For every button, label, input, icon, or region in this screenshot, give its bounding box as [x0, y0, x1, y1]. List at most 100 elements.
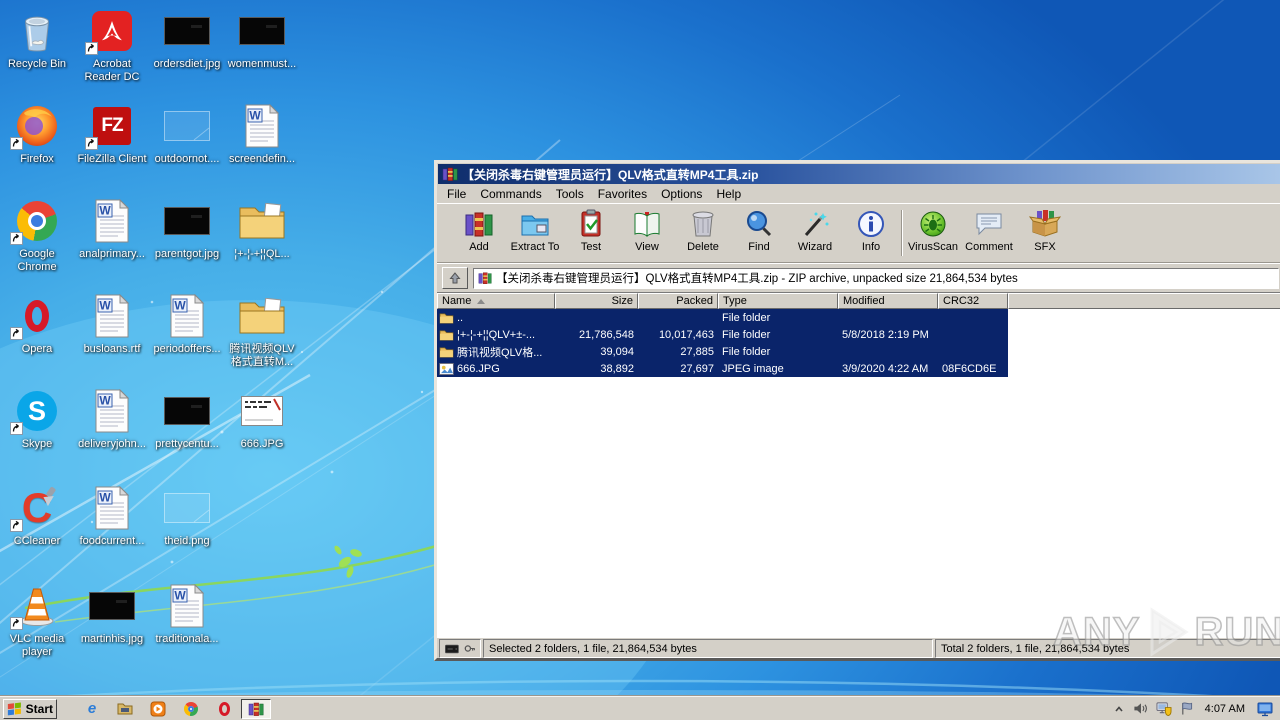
- find-button[interactable]: Find: [731, 206, 787, 262]
- desktop-icon-label: Firefox: [20, 153, 54, 165]
- desktop-icon-opera[interactable]: Opera: [0, 291, 74, 356]
- desktop-icon-analprimary[interactable]: analprimary...: [75, 196, 149, 261]
- menu-favorites[interactable]: Favorites: [591, 186, 654, 202]
- desktop-icon-vlc[interactable]: VLC media player: [0, 581, 74, 659]
- view-button[interactable]: View: [619, 206, 675, 262]
- file-row-qlv-folder[interactable]: ¦+-¦-+¦¦QLV+±-... 21,786,548 10,017,463 …: [437, 326, 1008, 343]
- desktop-icon-acrobat[interactable]: Acrobat Reader DC: [75, 6, 149, 84]
- address-text: 【关闭杀毒右键管理员运行】QLV格式直转MP4工具.zip - ZIP arch…: [496, 273, 1018, 285]
- network-status-icon[interactable]: [1156, 701, 1172, 716]
- volume-icon[interactable]: [1133, 702, 1148, 715]
- desktop-icon-label: traditionala...: [155, 633, 219, 645]
- taskbar-clock[interactable]: 4:07 AM: [1201, 703, 1249, 715]
- menu-help[interactable]: Help: [709, 186, 748, 202]
- desktop-icon-filezilla[interactable]: FZ FileZilla Client: [75, 101, 149, 166]
- column-header-crc32[interactable]: CRC32: [938, 293, 1008, 309]
- broken-image-icon: [164, 493, 210, 523]
- title-bar[interactable]: 【关闭杀毒右键管理员运行】QLV格式直转MP4工具.zip: [438, 164, 1280, 184]
- address-bar[interactable]: 【关闭杀毒右键管理员运行】QLV格式直转MP4工具.zip - ZIP arch…: [473, 267, 1279, 289]
- word-document-icon: [94, 486, 130, 530]
- start-label: Start: [25, 701, 53, 716]
- file-row-666jpg[interactable]: 666.JPG 38,892 27,697 JPEG image 3/9/202…: [437, 360, 1008, 377]
- desktop-icon-busloans[interactable]: busloans.rtf: [75, 291, 149, 356]
- desktop-icon-martinhis[interactable]: martinhis.jpg: [75, 581, 149, 646]
- menu-commands[interactable]: Commands: [473, 186, 548, 202]
- view-book-icon: [634, 212, 660, 237]
- desktop-icon-recycle-bin[interactable]: Recycle Bin: [0, 6, 74, 71]
- desktop-icon-label: busloans.rtf: [83, 343, 141, 355]
- toolbar-label: Extract To: [510, 241, 560, 253]
- delete-button[interactable]: Delete: [675, 206, 731, 262]
- desktop-icon-firefox[interactable]: Firefox: [0, 101, 74, 166]
- desktop-icon-prettycentu[interactable]: prettycentu...: [150, 386, 224, 451]
- desktop-icon-periodoffers[interactable]: periodoffers...: [150, 291, 224, 356]
- desktop-icon-label: analprimary...: [79, 248, 145, 260]
- status-total-panel: Total 2 folders, 1 file, 21,864,534 byte…: [935, 639, 1280, 658]
- menu-file[interactable]: File: [440, 186, 473, 202]
- desktop-icon-theid[interactable]: theid.png: [150, 483, 224, 548]
- explorer-folder-icon[interactable]: [117, 701, 133, 717]
- desktop-icon-womenmust[interactable]: womenmust...: [225, 6, 299, 71]
- desktop-icon-traditionala[interactable]: traditionala...: [150, 581, 224, 646]
- media-player-icon[interactable]: [150, 701, 166, 717]
- column-header-modified[interactable]: Modified: [838, 293, 938, 309]
- internet-explorer-icon[interactable]: e: [84, 701, 100, 717]
- column-header-packed[interactable]: Packed: [638, 293, 718, 309]
- test-button[interactable]: Test: [563, 206, 619, 262]
- wizard-wand-icon: [804, 212, 829, 236]
- toolbar-label: Test: [580, 241, 602, 253]
- extract-to-button[interactable]: Extract To: [507, 206, 563, 262]
- word-document-icon: [169, 584, 205, 628]
- key-icon: [464, 645, 475, 652]
- column-header-size[interactable]: Size: [555, 293, 638, 309]
- virusscan-button[interactable]: VirusScan: [905, 206, 961, 262]
- winrar-window: 【关闭杀毒右键管理员运行】QLV格式直转MP4工具.zip File Comma…: [434, 160, 1280, 661]
- shortcut-arrow-icon: [10, 137, 23, 150]
- info-button[interactable]: Info: [843, 206, 899, 262]
- desktop-icon-label: Opera: [21, 343, 53, 355]
- wizard-button[interactable]: Wizard: [787, 206, 843, 262]
- desktop-icon-label: foodcurrent...: [79, 535, 145, 547]
- desktop-icon-label: 腾讯视频QLV格式直转M...: [229, 343, 295, 368]
- desktop-icon-tencent-folder[interactable]: 腾讯视频QLV格式直转M...: [225, 291, 299, 369]
- desktop-icon-outdoornot[interactable]: outdoornot....: [150, 101, 224, 166]
- sfx-button[interactable]: SFX: [1017, 206, 1073, 262]
- show-desktop-icon[interactable]: [1257, 701, 1274, 717]
- desktop-icon-label: 666.JPG: [240, 438, 284, 450]
- column-header-filler: [1008, 293, 1280, 309]
- file-row-tencent-folder[interactable]: 腾讯视频QLV格... 39,094 27,885 File folder: [437, 343, 1008, 360]
- action-center-flag-icon[interactable]: [1180, 701, 1193, 716]
- column-header-type[interactable]: Type: [718, 293, 838, 309]
- desktop-icon-ccleaner[interactable]: C CCleaner: [0, 483, 74, 548]
- opera-icon: [25, 300, 49, 332]
- desktop-icon-foodcurrent[interactable]: foodcurrent...: [75, 483, 149, 548]
- desktop-icon-666jpg[interactable]: 666.JPG: [225, 386, 299, 451]
- comment-button[interactable]: Comment: [961, 206, 1017, 262]
- column-header-name[interactable]: Name: [437, 293, 555, 309]
- desktop-icon-ordersdiet[interactable]: ordersdiet.jpg: [150, 6, 224, 71]
- desktop-icon-qlv-folder[interactable]: ¦+-¦-+¦¦QL...: [225, 196, 299, 261]
- add-button[interactable]: Add: [451, 206, 507, 262]
- start-button[interactable]: Start: [3, 698, 57, 719]
- menu-options[interactable]: Options: [654, 186, 709, 202]
- folder-icon: [439, 346, 454, 358]
- toolbar-label: Comment: [965, 241, 1013, 253]
- desktop-icon-label: CCleaner: [13, 535, 61, 547]
- desktop-icon-parentgot[interactable]: parentgot.jpg: [150, 196, 224, 261]
- show-hidden-icons-chevron[interactable]: [1113, 703, 1125, 715]
- file-row-parent[interactable]: .. File folder: [437, 309, 1008, 326]
- desktop-icon-skype[interactable]: S Skype: [0, 386, 74, 451]
- filezilla-icon: FZ: [93, 107, 131, 145]
- skype-icon: S: [17, 391, 57, 431]
- desktop-icon-label: periodoffers...: [153, 343, 221, 355]
- winrar-task-button[interactable]: [241, 698, 271, 719]
- desktop-icon-chrome[interactable]: Google Chrome: [0, 196, 74, 274]
- opera-taskbar-icon[interactable]: [216, 701, 232, 717]
- desktop-icon-label: womenmust...: [227, 58, 297, 70]
- up-one-level-button[interactable]: [442, 267, 468, 289]
- chrome-taskbar-icon[interactable]: [183, 701, 199, 717]
- desktop-icon-screendefin[interactable]: screendefin...: [225, 101, 299, 166]
- test-clipboard-icon: [581, 209, 601, 237]
- desktop-icon-deliveryjohn[interactable]: deliveryjohn...: [75, 386, 149, 451]
- menu-tools[interactable]: Tools: [549, 186, 591, 202]
